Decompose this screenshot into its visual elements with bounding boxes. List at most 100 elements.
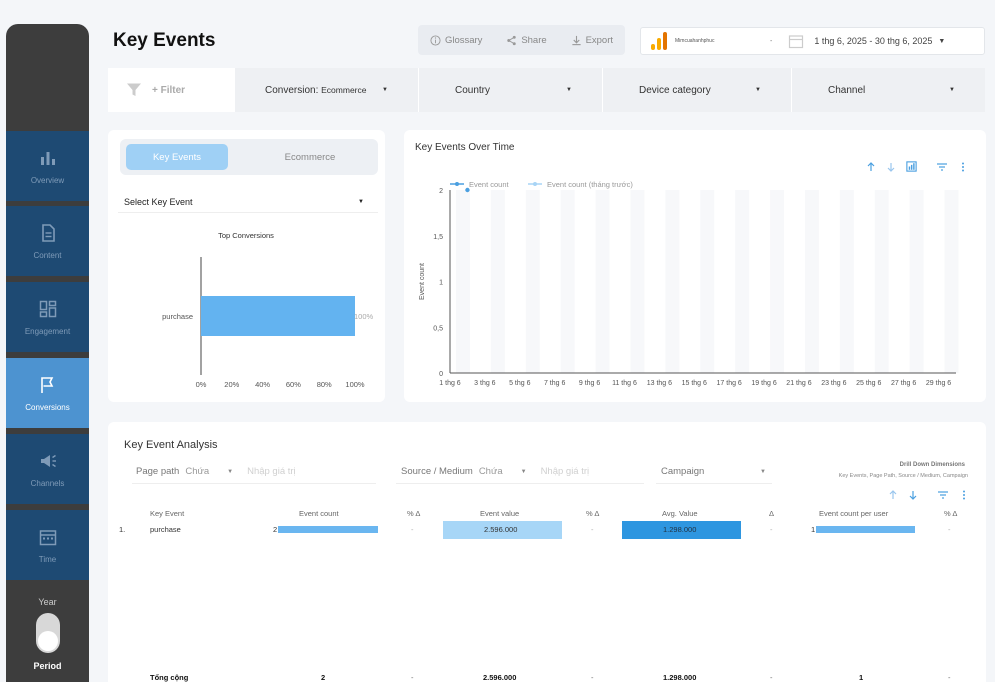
date-range[interactable]: 1 thg 6, 2025 - 30 thg 6, 2025 xyxy=(814,36,932,46)
campaign-filter[interactable]: Campaign ▼ xyxy=(656,460,772,484)
bar-chart-icon xyxy=(40,151,55,165)
sidebar-item-label: Content xyxy=(33,250,62,260)
chevron-down-icon: ▼ xyxy=(520,468,527,475)
sidebar-item-time[interactable]: Time xyxy=(6,510,89,580)
sidebar-item-label: Conversions xyxy=(25,402,70,412)
period-year-label: Year xyxy=(38,597,57,607)
sort-descending-icon[interactable] xyxy=(908,490,918,500)
y-tick-label: 0,5 xyxy=(433,325,443,332)
source-medium-input[interactable]: Nhập giá trị xyxy=(541,466,590,477)
export-button[interactable]: Export xyxy=(571,35,613,46)
column-header-delta[interactable]: % Δ xyxy=(586,509,599,518)
sidebar: Overview Content Engagement Conversions … xyxy=(6,24,89,682)
page-path-input[interactable]: Nhập giá trị xyxy=(247,466,296,477)
chevron-down-icon: ▼ xyxy=(949,87,955,93)
tick-label: 60% xyxy=(286,380,301,389)
x-tick-label: 3 thg 6 xyxy=(474,380,496,387)
period-label: Period xyxy=(33,661,62,671)
grid-band xyxy=(630,190,645,373)
cell-event-value: 2.596.000 xyxy=(484,525,518,534)
drill-down-title: Drill Down Dimensions xyxy=(899,462,965,468)
sidebar-item-conversions[interactable]: Conversions xyxy=(6,358,89,428)
period-toggle[interactable] xyxy=(35,613,60,653)
flag-icon xyxy=(40,376,53,393)
total-delta: - xyxy=(948,673,951,682)
legend-marker xyxy=(455,182,459,186)
chart-title: Top Conversions xyxy=(218,231,274,240)
channel-filter[interactable]: Channel ▼ xyxy=(791,68,985,112)
top-conversions-chart: Top Conversions purchase 100% 0% 20% 40% 60% 80… xyxy=(162,231,374,389)
x-tick-label: 15 thg 6 xyxy=(682,380,707,387)
cell-event-count-per-user: 1 xyxy=(811,525,816,534)
filter-lines-icon[interactable] xyxy=(938,490,948,500)
download-icon xyxy=(571,35,581,45)
column-header-delta[interactable]: Δ xyxy=(769,509,774,518)
period-toggle-group: Year Period xyxy=(6,587,89,682)
grid-band xyxy=(874,190,889,373)
tab-key-events[interactable]: Key Events xyxy=(126,144,228,170)
share-button[interactable]: Share xyxy=(506,35,547,46)
more-options-icon[interactable] xyxy=(959,490,969,500)
x-tick-label: 27 thg 6 xyxy=(891,380,916,387)
x-tick-label: 13 thg 6 xyxy=(647,380,672,387)
calendar-icon[interactable] xyxy=(788,33,804,49)
sidebar-item-content[interactable]: Content xyxy=(6,206,89,276)
grid-band xyxy=(839,190,854,373)
cell-delta: - xyxy=(411,525,414,534)
total-event-value: 2.596.000 xyxy=(483,673,517,682)
data-label: 100% xyxy=(354,312,374,321)
account-caret[interactable]: - xyxy=(770,38,772,45)
grid-band xyxy=(804,190,819,373)
tab-ecommerce[interactable]: Ecommerce xyxy=(250,144,370,170)
chevron-down-icon[interactable]: ▼ xyxy=(938,38,945,45)
total-delta: - xyxy=(770,673,773,682)
column-header-event-count-per-user[interactable]: Event count per user xyxy=(819,509,888,518)
dashboard-icon xyxy=(39,300,56,317)
x-tick-label: 25 thg 6 xyxy=(856,380,881,387)
x-tick-label: 17 thg 6 xyxy=(717,380,742,387)
y-tick-label: 2 xyxy=(439,188,443,195)
column-header-event-value[interactable]: Event value xyxy=(480,509,519,518)
grid-band xyxy=(909,190,924,373)
page-path-filter[interactable]: Page path Chứa ▼ Nhập giá trị xyxy=(132,460,376,484)
page-title: Key Events xyxy=(113,30,216,51)
glossary-button[interactable]: Glossary xyxy=(430,35,482,46)
panel-tabs: Key Events Ecommerce xyxy=(120,139,378,175)
per-user-bar xyxy=(816,526,915,533)
y-tick-label: 1 xyxy=(439,280,443,287)
sidebar-item-overview[interactable]: Overview xyxy=(6,131,89,201)
data-point xyxy=(465,187,470,193)
total-label: Tổng cộng xyxy=(150,673,189,682)
tick-label: 80% xyxy=(317,380,332,389)
chevron-down-icon: ▼ xyxy=(566,87,572,93)
account-name[interactable]: Mimcuahanhphuc xyxy=(675,38,760,44)
sort-ascending-icon[interactable] xyxy=(888,490,898,500)
source-medium-filter[interactable]: Source / Medium Chứa ▼ Nhập giá trị xyxy=(396,460,644,484)
calendar-icon xyxy=(39,529,56,545)
chevron-down-icon: ▼ xyxy=(755,87,761,93)
device-category-filter[interactable]: Device category ▼ xyxy=(602,68,791,112)
cell-delta: - xyxy=(948,525,951,534)
grid-band xyxy=(700,190,715,373)
column-header-avg-value[interactable]: Avg. Value xyxy=(662,509,698,518)
sidebar-item-engagement[interactable]: Engagement xyxy=(6,282,89,352)
conversion-filter[interactable]: Conversion: Ecommerce ▼ xyxy=(234,68,418,112)
add-filter-button[interactable]: + Filter xyxy=(108,68,234,112)
sidebar-item-label: Time xyxy=(38,554,57,564)
megaphone-icon xyxy=(40,454,56,467)
column-header-event-count[interactable]: Event count xyxy=(299,509,339,518)
total-event-count-per-user: 1 xyxy=(859,673,864,682)
column-header-key-event[interactable]: Key Event xyxy=(150,509,184,518)
column-header-delta[interactable]: % Δ xyxy=(944,509,957,518)
cell-event-count: 2 xyxy=(273,525,278,534)
events-over-time-chart: 00,511,521 thg 63 thg 65 thg 67 thg 69 t… xyxy=(419,180,959,387)
sidebar-item-channels[interactable]: Channels xyxy=(6,434,89,504)
select-key-event[interactable]: Select Key Event ▼ xyxy=(118,191,378,213)
grid-band xyxy=(944,190,959,373)
y-axis-label: Event count xyxy=(419,263,426,300)
filter-bar: + Filter Conversion: Ecommerce ▼ Country ▼… xyxy=(108,68,985,112)
grid-band xyxy=(665,190,680,373)
country-filter[interactable]: Country ▼ xyxy=(418,68,602,112)
column-header-delta[interactable]: % Δ xyxy=(407,509,420,518)
tick-label: 100% xyxy=(345,380,365,389)
